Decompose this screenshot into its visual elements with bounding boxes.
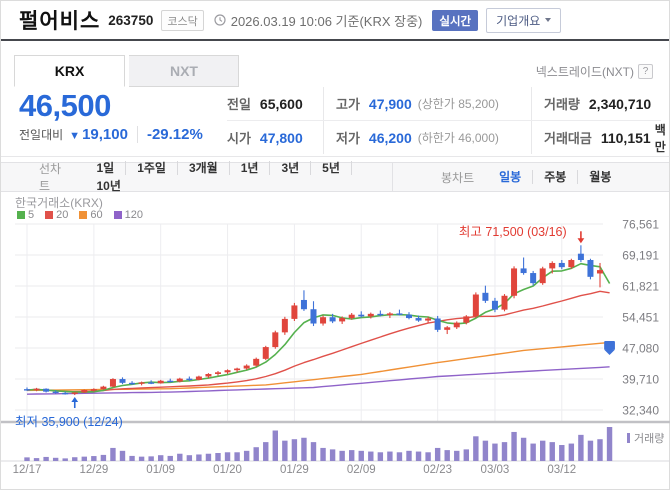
info-cell: 거래량2,340,710 — [531, 87, 661, 120]
company-overview-label: 기업개요 — [496, 12, 540, 29]
tab-nxt[interactable]: NXT — [129, 55, 239, 87]
change-percent: -29.12% — [137, 126, 203, 143]
market-badge: 코스닥 — [161, 10, 203, 31]
svg-text:01/09: 01/09 — [146, 464, 175, 476]
ma-legend-item: 20 — [45, 209, 68, 221]
info-cell: 거래대금110,151백만 — [531, 121, 661, 154]
range-button[interactable]: 1일 — [85, 161, 126, 175]
ma-legend-item: 5 — [17, 209, 34, 221]
chevron-down-icon — [545, 18, 551, 22]
svg-text:01/29: 01/29 — [280, 464, 309, 476]
chart-section: 76,561 69,191 61,821 54,451 47,080 39,710 32,3… — [1, 192, 669, 490]
chart-toolbar: 선차트 1일1주일3개월1년3년5년 10년 봉차트 일봉주봉월봉 — [1, 162, 669, 192]
volume-legend-label: 거래량 — [634, 430, 664, 446]
nxt-info-label: 넥스트레이드(NXT) — [536, 63, 634, 80]
volume-legend: 거래량 — [627, 430, 664, 446]
range-button[interactable]: 5년 — [311, 161, 352, 175]
low-annotation: 최저 35,900 (12/24) — [15, 411, 123, 430]
info-cell: 저가46,200(하한가 46,000) — [323, 121, 531, 154]
down-arrow-icon: ▼ — [69, 130, 80, 142]
high-annotation: 최고 71,500 (03/16) — [459, 221, 567, 240]
svg-text:03/03: 03/03 — [481, 464, 510, 476]
range-button[interactable]: 3개월 — [178, 161, 230, 175]
svg-text:02/09: 02/09 — [347, 464, 376, 476]
svg-text:39,710: 39,710 — [622, 373, 659, 387]
chart-type-button[interactable]: 월봉 — [578, 170, 622, 184]
svg-text:61,821: 61,821 — [622, 280, 659, 294]
realtime-badge: 실시간 — [432, 10, 478, 31]
svg-text:01/20: 01/20 — [213, 464, 242, 476]
change-value: ▼19,100 — [69, 126, 128, 143]
change-label: 전일대비 — [19, 126, 63, 143]
header: 펄어비스 263750 코스닥 2026.03.19 10:06 기준(KRX … — [1, 1, 669, 41]
stock-name: 펄어비스 — [19, 5, 100, 35]
price-change-row: 전일대비 ▼19,100 -29.12% — [19, 126, 203, 143]
svg-text:12/29: 12/29 — [79, 464, 108, 476]
price-chart-svg[interactable]: 76,561 69,191 61,821 54,451 47,080 39,710 32,3… — [1, 192, 670, 490]
stock-code: 263750 — [108, 13, 153, 28]
range-button[interactable]: 1년 — [230, 161, 271, 175]
info-cell: 전일65,600 — [227, 87, 323, 120]
clock-icon — [214, 14, 226, 26]
svg-text:47,080: 47,080 — [622, 342, 659, 356]
info-cell: 시가47,800 — [227, 121, 323, 154]
svg-text:32,340: 32,340 — [622, 404, 659, 418]
svg-text:02/23: 02/23 — [423, 464, 452, 476]
info-cell: 고가47,900(상한가 85,200) — [323, 87, 531, 120]
ma-legend-item: 60 — [79, 209, 102, 221]
nxt-info: 넥스트레이드(NXT) ? — [536, 63, 653, 80]
current-price-block: 46,500 전일대비 ▼19,100 -29.12% — [19, 89, 203, 143]
range-button[interactable]: 1주일 — [126, 161, 178, 175]
ohlc-info-table: 전일65,600고가47,900(상한가 85,200)거래량2,340,710… — [227, 87, 661, 154]
candle-chart-group: 봉차트 일봉주봉월봉 — [393, 163, 622, 191]
candle-chart-label: 봉차트 — [441, 169, 474, 186]
quote-datetime: 2026.03.19 10:06 기준(KRX 장중) — [231, 11, 423, 30]
svg-text:69,191: 69,191 — [622, 249, 659, 263]
help-icon[interactable]: ? — [638, 64, 653, 79]
company-overview-button[interactable]: 기업개요 — [486, 8, 561, 33]
stock-chart-widget: 펄어비스 263750 코스닥 2026.03.19 10:06 기준(KRX … — [0, 0, 670, 490]
line-chart-label: 선차트 — [39, 160, 71, 194]
ma-legend-item: 120 — [114, 209, 143, 221]
info-row: 시가47,800저가46,200(하한가 46,000)거래대금110,151백… — [227, 121, 661, 154]
price-section: 46,500 전일대비 ▼19,100 -29.12% 전일65,600고가47… — [1, 87, 669, 157]
chart-type-button[interactable]: 주봉 — [533, 170, 578, 184]
range-button[interactable]: 3년 — [270, 161, 311, 175]
info-row: 전일65,600고가47,900(상한가 85,200)거래량2,340,710 — [227, 87, 661, 121]
current-price: 46,500 — [19, 89, 203, 122]
line-chart-group: 선차트 1일1주일3개월1년3년5년 10년 — [1, 163, 393, 191]
ma-legend: 5 20 60 120 — [17, 209, 143, 221]
range-buttons: 1일1주일3개월1년3년5년 10년 — [85, 159, 392, 195]
volume-bar-icon — [627, 433, 630, 443]
chart-type-button[interactable]: 일봉 — [488, 170, 533, 184]
range-button[interactable]: 10년 — [85, 179, 131, 193]
svg-text:54,451: 54,451 — [622, 311, 659, 325]
exchange-tabs: KRX NXT 넥스트레이드(NXT) ? — [1, 41, 669, 87]
svg-text:03/12: 03/12 — [547, 464, 576, 476]
tab-krx[interactable]: KRX — [14, 55, 125, 87]
svg-text:12/17: 12/17 — [13, 464, 42, 476]
svg-text:76,561: 76,561 — [622, 218, 659, 232]
chart-type-buttons: 일봉주봉월봉 — [488, 168, 622, 186]
